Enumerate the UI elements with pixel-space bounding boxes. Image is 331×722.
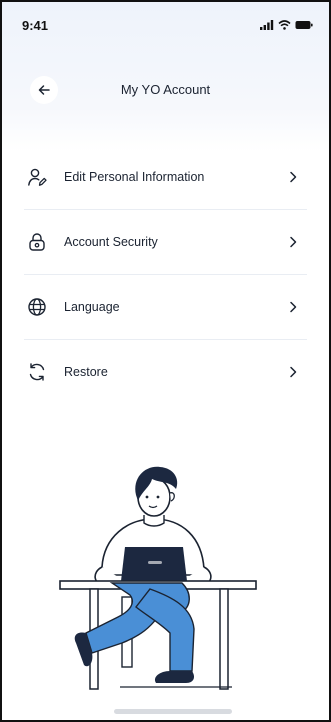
status-bar: 9:41: [2, 2, 329, 46]
user-edit-icon: [26, 166, 48, 188]
menu-item-restore[interactable]: Restore: [24, 340, 307, 404]
chevron-right-icon: [285, 362, 301, 382]
phone-screen: 9:41 My YO Account Edit Personal Informa…: [0, 0, 331, 722]
menu-item-label: Restore: [64, 365, 108, 379]
battery-icon: [295, 21, 313, 29]
menu-item-label: Account Security: [64, 235, 158, 249]
lock-icon: [26, 231, 48, 253]
chevron-right-icon: [285, 232, 301, 252]
chevron-right-icon: [285, 297, 301, 317]
page-title: My YO Account: [120, 82, 211, 97]
menu-item-account-security[interactable]: Account Security: [24, 210, 307, 275]
globe-icon: [26, 296, 48, 318]
signal-icon: [260, 20, 274, 30]
menu-item-label: Edit Personal Information: [64, 170, 205, 184]
wifi-icon: [278, 20, 291, 30]
account-menu: Edit Personal Information Account Securi…: [24, 145, 307, 404]
system-indicators: [260, 20, 313, 30]
person-with-laptop-illustration: [59, 466, 257, 690]
menu-item-language[interactable]: Language: [24, 275, 307, 340]
menu-item-edit-personal-information[interactable]: Edit Personal Information: [24, 145, 307, 210]
page-header: My YO Account: [2, 68, 329, 112]
home-indicator[interactable]: [114, 709, 232, 714]
menu-item-label: Language: [64, 300, 120, 314]
status-time: 9:41: [22, 18, 49, 33]
refresh-icon: [26, 361, 48, 383]
chevron-right-icon: [285, 167, 301, 187]
